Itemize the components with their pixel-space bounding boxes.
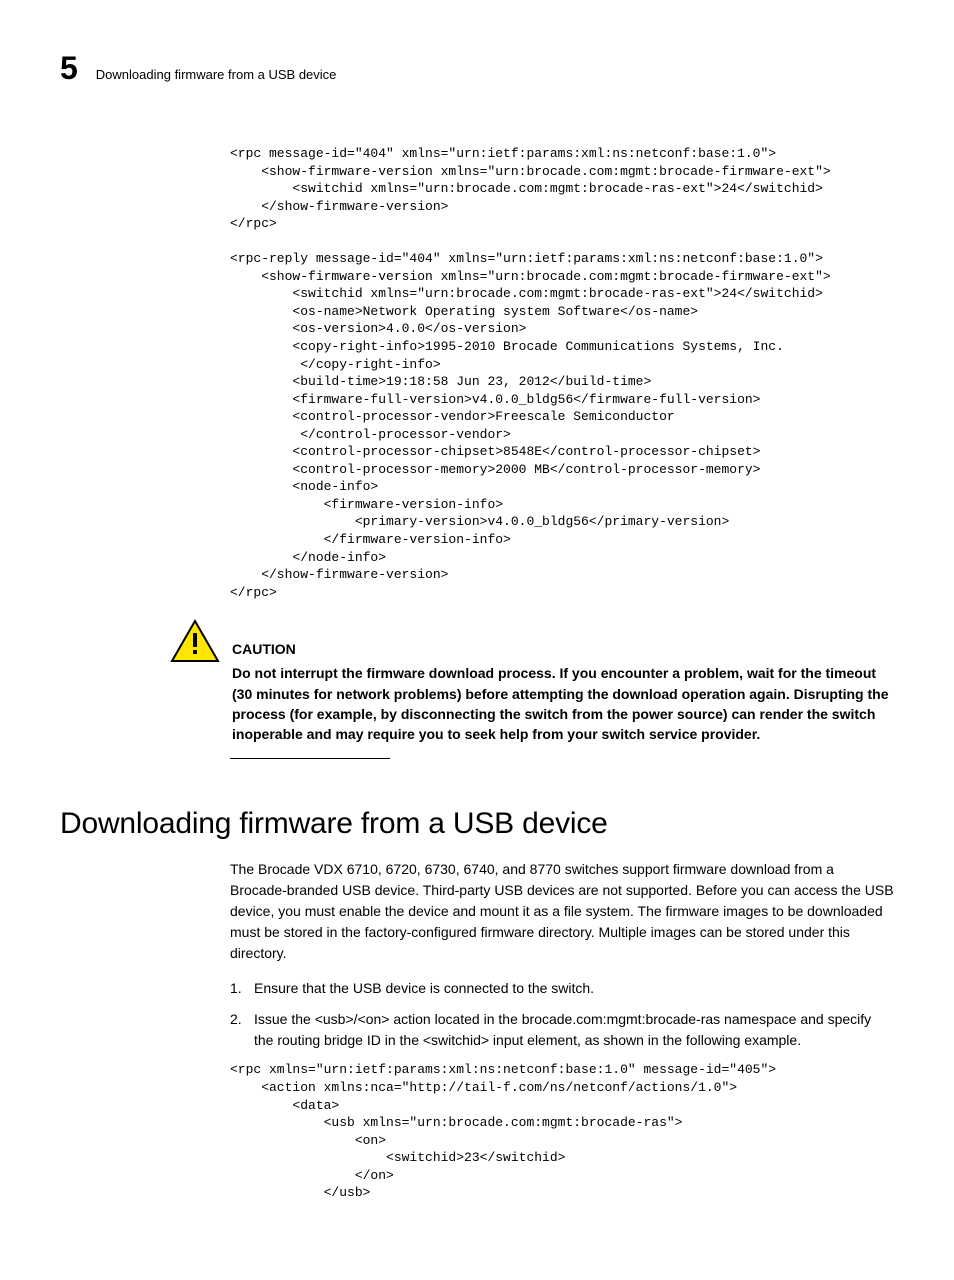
running-title: Downloading firmware from a USB device xyxy=(96,67,337,82)
caution-text: Do not interrupt the firmware download p… xyxy=(232,663,894,744)
divider xyxy=(230,758,390,759)
page-container: 5 Downloading firmware from a USB device… xyxy=(0,0,954,1280)
steps-list: Ensure that the USB device is connected … xyxy=(230,978,894,1051)
code-block-1-container: <rpc message-id="404" xmlns="urn:ietf:pa… xyxy=(230,145,894,601)
section-body: The Brocade VDX 6710, 6720, 6730, 6740, … xyxy=(230,859,894,964)
caution-icon xyxy=(170,619,220,663)
code-block-1: <rpc message-id="404" xmlns="urn:ietf:pa… xyxy=(230,145,894,601)
caution-label: CAUTION xyxy=(232,641,894,657)
chapter-number: 5 xyxy=(60,50,78,87)
caution-block: CAUTION Do not interrupt the firmware do… xyxy=(170,619,894,744)
caution-body: CAUTION Do not interrupt the firmware do… xyxy=(232,619,894,744)
section-heading: Downloading firmware from a USB device xyxy=(60,807,894,841)
step-item: Issue the <usb>/<on> action located in t… xyxy=(230,1009,894,1051)
intro-paragraph: The Brocade VDX 6710, 6720, 6730, 6740, … xyxy=(230,859,894,964)
step-item: Ensure that the USB device is connected … xyxy=(230,978,894,999)
code-block-2-container: <rpc xmlns="urn:ietf:params:xml:ns:netco… xyxy=(230,1061,894,1201)
code-block-2: <rpc xmlns="urn:ietf:params:xml:ns:netco… xyxy=(230,1061,894,1201)
page-header: 5 Downloading firmware from a USB device xyxy=(60,50,894,87)
